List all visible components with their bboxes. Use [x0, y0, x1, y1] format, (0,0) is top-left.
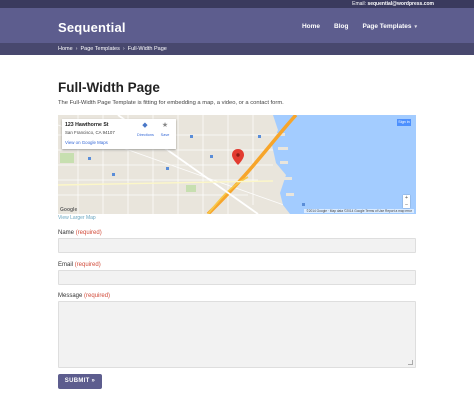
resize-handle-icon[interactable] — [408, 360, 413, 365]
page-title: Full-Width Page — [58, 80, 160, 95]
top-bar: Email: sequential@wordpress.com — [0, 0, 474, 8]
email-field[interactable] — [58, 270, 416, 285]
breadcrumb-page-templates[interactable]: Page Templates — [81, 43, 120, 55]
map-info-card: 123 Hawthorne St San Francisco, CA 94107… — [62, 119, 176, 149]
map-signin-button[interactable]: Sign in — [397, 119, 411, 126]
directions-button[interactable]: ◆ Directions — [137, 122, 154, 137]
submit-button[interactable]: SUBMIT » — [58, 374, 102, 389]
nav-item-home[interactable]: Home — [302, 23, 320, 30]
view-on-google-maps-link[interactable]: View on Google Maps — [65, 140, 108, 145]
breadcrumb-separator: › — [122, 46, 125, 52]
zoom-out-icon[interactable]: − — [403, 202, 410, 209]
required-marker: (required) — [74, 262, 101, 268]
breadcrumb-home[interactable]: Home — [58, 43, 73, 55]
email-label: Email: — [352, 1, 367, 7]
page-intro: The Full-Width Page Template is fitting … — [58, 100, 284, 106]
email-label-text: Email — [58, 262, 74, 268]
name-label-text: Name — [58, 230, 75, 236]
main-nav: Home Blog Page Templates ▾ — [302, 23, 417, 30]
google-logo: Google — [60, 207, 78, 213]
save-button[interactable]: ★ Save — [158, 122, 172, 137]
message-label: Message (required) — [58, 293, 110, 299]
star-icon: ★ — [161, 122, 169, 129]
embedded-map[interactable]: 123 Hawthorne St San Francisco, CA 94107… — [58, 115, 416, 214]
map-address-line1: 123 Hawthorne St — [65, 122, 109, 128]
name-label: Name (required) — [58, 230, 102, 236]
nav-item-page-templates[interactable]: Page Templates ▾ — [362, 23, 417, 30]
message-field[interactable] — [58, 301, 416, 368]
contact-email: Email: sequential@wordpress.com — [352, 0, 434, 8]
map-address-line2: San Francisco, CA 94107 — [65, 130, 115, 135]
map-zoom-control: + − — [403, 195, 410, 208]
name-field[interactable] — [58, 238, 416, 253]
email-address[interactable]: sequential@wordpress.com — [367, 1, 434, 7]
breadcrumb: Home › Page Templates › Full-Width Page — [58, 43, 167, 55]
required-marker: (required) — [84, 293, 111, 299]
breadcrumb-current: Full-Width Page — [127, 46, 167, 52]
site-logo[interactable]: Sequential — [58, 20, 126, 35]
nav-item-label: Page Templates — [362, 23, 412, 30]
required-marker: (required) — [75, 230, 102, 236]
save-label: Save — [160, 133, 170, 137]
site-header: Sequential Home Blog Page Templates ▾ — [0, 8, 474, 43]
directions-label: Directions — [137, 133, 154, 137]
email-label: Email (required) — [58, 262, 101, 268]
map-attribution[interactable]: ©2014 Google · Map data ©2014 Google Ter… — [304, 209, 414, 213]
breadcrumb-bar: Home › Page Templates › Full-Width Page — [0, 43, 474, 55]
view-larger-map-link[interactable]: View Larger Map — [58, 215, 96, 221]
breadcrumb-separator: › — [75, 46, 78, 52]
chevron-down-icon: ▾ — [414, 24, 417, 30]
message-label-text: Message — [58, 293, 83, 299]
directions-icon: ◆ — [142, 122, 148, 129]
nav-item-blog[interactable]: Blog — [334, 23, 348, 30]
